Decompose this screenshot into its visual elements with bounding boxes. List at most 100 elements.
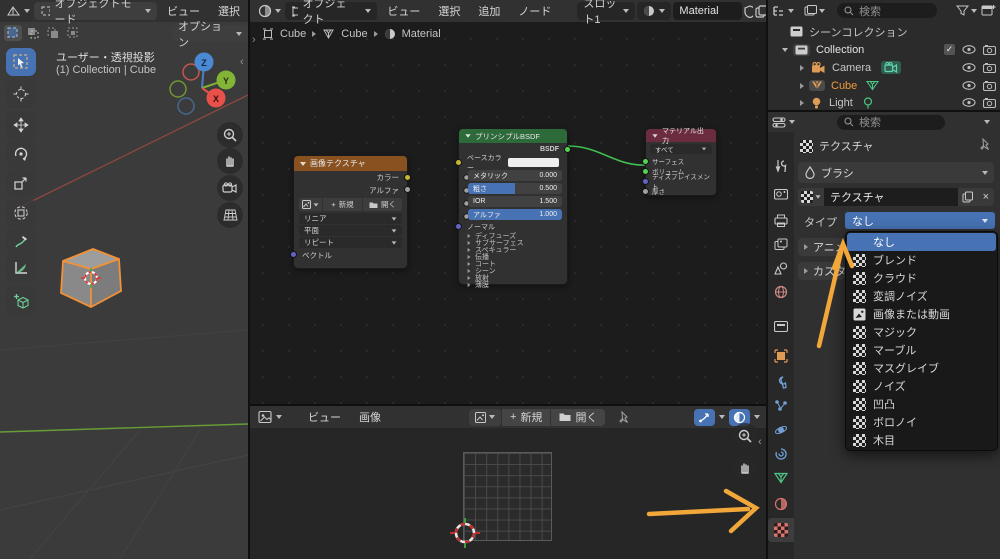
material-browse-dropdown[interactable] xyxy=(637,2,672,20)
pan-button[interactable] xyxy=(217,148,243,174)
tool-annotate[interactable] xyxy=(6,228,36,256)
light-data-icon[interactable] xyxy=(863,96,873,109)
texture-name-field[interactable]: テクスチャ xyxy=(824,188,958,206)
shader-type-dropdown[interactable]: オブジェクト xyxy=(285,0,378,26)
region-expand-chevron[interactable]: › xyxy=(252,34,256,46)
image-new-button[interactable]: + 新規 xyxy=(502,408,551,426)
tool-select-box[interactable] xyxy=(6,48,36,76)
editor-type-button[interactable] xyxy=(256,410,284,424)
base-color-swatch[interactable] xyxy=(507,158,559,167)
overlays-dropdown-chevron[interactable] xyxy=(754,415,760,419)
navigation-gizmo[interactable]: Z Y X xyxy=(160,46,244,126)
gizmo-toggle-button[interactable] xyxy=(694,408,715,426)
options-dropdown[interactable]: オプション xyxy=(172,21,248,49)
properties-search[interactable]: 検索 xyxy=(837,114,945,130)
material-slot-dropdown[interactable]: スロット1 xyxy=(577,0,636,26)
tab-output[interactable] xyxy=(768,208,794,232)
menu-item-clouds[interactable]: クラウド xyxy=(847,269,996,287)
tool-rotate[interactable] xyxy=(6,140,36,168)
tab-view-layer[interactable] xyxy=(768,232,794,256)
pin-icon[interactable] xyxy=(617,410,630,424)
menu-item-distorted-noise[interactable]: 変調ノイズ xyxy=(847,287,996,305)
panel-custom-properties[interactable]: カスタ xyxy=(798,262,845,280)
menu-item-blend[interactable]: ブレンド xyxy=(847,251,996,269)
tab-scene[interactable] xyxy=(768,256,794,280)
hide-eye-icon[interactable] xyxy=(962,81,976,90)
tab-object[interactable] xyxy=(768,344,794,368)
tab-texture[interactable] xyxy=(768,518,794,542)
node-principled-bsdf[interactable]: プリンシプルBSDF BSDF ベースカラー メタリック 0.000 粗さ 0.50… xyxy=(455,128,571,289)
slider-ior[interactable]: IOR 1.500 xyxy=(459,196,567,207)
node-material-output[interactable]: マテリアル出力 すべて サーフェス ボリューム ディスプレイスメント 厚さ xyxy=(642,128,717,196)
displacement-input-socket[interactable] xyxy=(642,178,649,185)
select-mode-extend-button[interactable] xyxy=(24,25,42,41)
gizmo-dropdown-chevron[interactable] xyxy=(719,415,725,419)
gizmo-negative-z[interactable] xyxy=(177,97,195,115)
outliner-row-collection[interactable]: Collection ✓ xyxy=(768,41,1000,58)
cube-object[interactable] xyxy=(45,233,135,323)
tab-modifiers[interactable] xyxy=(768,370,794,394)
brush-selector-row[interactable]: ブラシ xyxy=(798,162,994,183)
tool-transform[interactable] xyxy=(6,199,36,227)
menu-view[interactable]: ビュー xyxy=(300,409,349,425)
expand-chevron[interactable] xyxy=(800,64,804,71)
tab-tool[interactable] xyxy=(768,154,794,178)
vector-input-socket[interactable] xyxy=(290,251,297,258)
menu-item-marble[interactable]: マーブル xyxy=(847,341,996,359)
texture-unlink-button[interactable]: × xyxy=(977,188,994,206)
color-output-socket[interactable] xyxy=(404,174,411,181)
tab-render[interactable] xyxy=(768,182,794,206)
tool-move[interactable] xyxy=(6,111,36,139)
options-chevron[interactable] xyxy=(984,120,990,124)
menu-item-none[interactable]: なし xyxy=(847,233,996,251)
camera-data-chip[interactable] xyxy=(881,61,902,74)
hide-eye-icon[interactable] xyxy=(962,63,976,72)
display-mode-dropdown[interactable] xyxy=(804,4,825,17)
disable-render-icon[interactable] xyxy=(983,62,996,73)
tab-physics[interactable] xyxy=(768,418,794,442)
toggle-perspective-button[interactable] xyxy=(217,202,243,228)
outliner-row-scene-collection[interactable]: シーンコレクション xyxy=(768,23,1000,40)
tab-material[interactable] xyxy=(768,492,794,516)
outliner-row-cube[interactable]: Cube xyxy=(768,77,1000,94)
extension-select[interactable]: リピート xyxy=(299,237,402,248)
normal-input-socket[interactable] xyxy=(455,223,462,230)
alpha-output-socket[interactable] xyxy=(404,186,411,193)
disable-render-icon[interactable] xyxy=(983,44,996,55)
zoom-button[interactable] xyxy=(732,423,758,449)
tool-scale[interactable] xyxy=(6,169,36,197)
menu-item-musgrave[interactable]: マスグレイブ xyxy=(847,359,996,377)
texture-copy-button[interactable] xyxy=(957,188,978,206)
editor-type-button[interactable] xyxy=(256,4,283,18)
menu-item-voronoi[interactable]: ボロノイ xyxy=(847,413,996,431)
tool-measure[interactable] xyxy=(6,254,36,282)
menu-item-noise[interactable]: ノイズ xyxy=(847,377,996,395)
collection-checkbox[interactable]: ✓ xyxy=(944,44,955,55)
pin-icon[interactable] xyxy=(978,138,991,151)
thickness-input-socket[interactable] xyxy=(642,188,649,195)
2d-cursor[interactable] xyxy=(449,517,483,551)
disable-render-icon[interactable] xyxy=(983,80,996,91)
type-dropdown[interactable]: なし xyxy=(845,212,995,229)
new-material-copy-icon[interactable] xyxy=(755,4,766,18)
node-image-texture[interactable]: 画像テクスチャ カラー アルファ + 新規 開く リニア 平面 リピート ベクトル xyxy=(290,155,411,269)
base-color-socket[interactable] xyxy=(455,159,462,166)
mode-dropdown[interactable]: オブジェクトモード xyxy=(34,0,157,26)
menu-add[interactable]: 追加 xyxy=(470,3,508,19)
surface-input-socket[interactable] xyxy=(642,158,649,165)
camera-view-button[interactable] xyxy=(217,175,243,201)
hide-eye-icon[interactable] xyxy=(962,98,976,107)
tab-object-data[interactable] xyxy=(768,466,794,490)
material-name-field[interactable]: Material xyxy=(673,2,743,20)
menu-item-magic[interactable]: マジック xyxy=(847,323,996,341)
texture-browse-dropdown[interactable] xyxy=(798,188,824,206)
select-mode-subtract-button[interactable] xyxy=(44,25,62,41)
section-thin-film[interactable]: 薄膜 xyxy=(459,281,567,289)
tool-cursor[interactable] xyxy=(6,80,36,108)
disable-render-icon[interactable] xyxy=(983,97,996,108)
tab-constraints[interactable] xyxy=(768,442,794,466)
editor-type-button[interactable] xyxy=(772,116,795,129)
pan-button[interactable] xyxy=(732,455,758,481)
menu-select[interactable]: 選択 xyxy=(430,3,468,19)
tab-particles[interactable] xyxy=(768,394,794,418)
